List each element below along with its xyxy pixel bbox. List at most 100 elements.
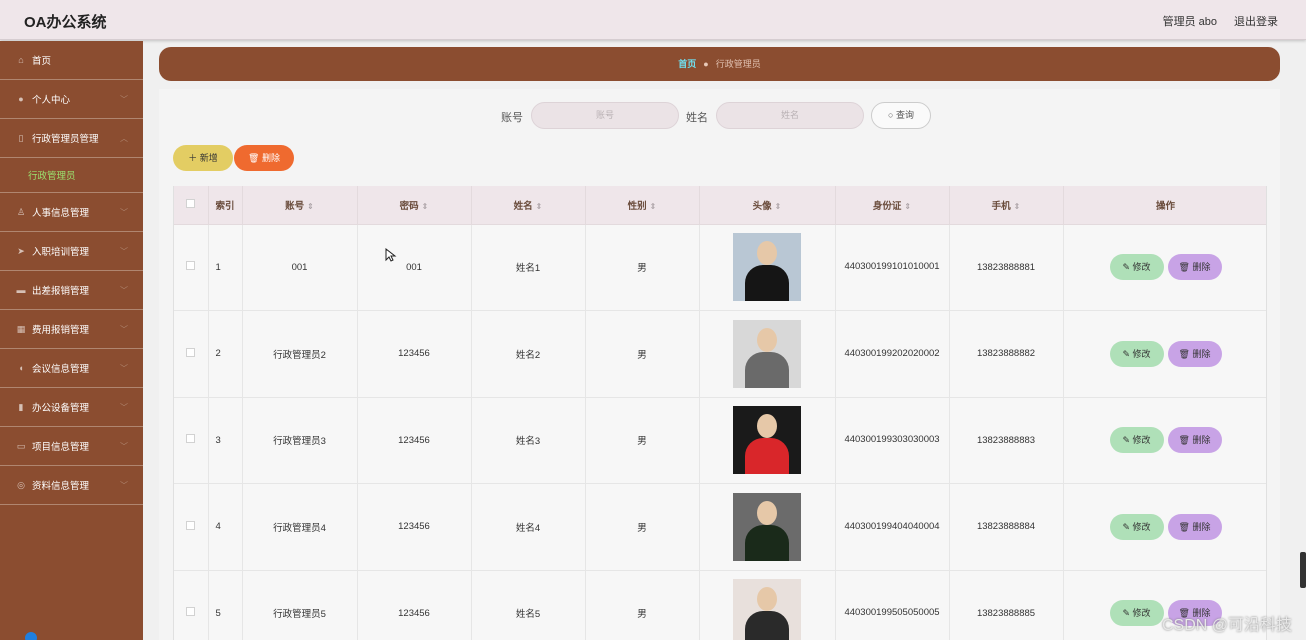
search-icon: ○ (888, 110, 896, 120)
cell-account: 行政管理员2 (242, 310, 358, 398)
column-header-name[interactable]: 姓名 ⇕ (471, 186, 586, 225)
sidebar-item-equipment[interactable]: ▮ 办公设备管理 ﹀ (0, 388, 143, 427)
delete-button-label: 删除 (1192, 521, 1211, 532)
row-checkbox[interactable] (186, 607, 196, 617)
sort-icon[interactable]: ⇕ (650, 202, 657, 211)
delete-button[interactable]: 🗑 删除 (1167, 254, 1222, 281)
row-checkbox[interactable] (186, 434, 196, 444)
breadcrumb-home[interactable]: 首页 (678, 59, 696, 69)
cell-actions: ✎ 修改 🗑 删除 (1063, 310, 1266, 398)
column-header-idcard[interactable]: 身份证 ⇕ (835, 186, 950, 225)
sidebar-item-project[interactable]: ▭ 项目信息管理 ﹀ (0, 427, 143, 466)
logout-link[interactable]: 退出登录 (1234, 13, 1278, 29)
cell-idcard: 440300199404040004 (835, 483, 950, 571)
top-bar: OA办公系统 管理员 abo 退出登录 (0, 0, 1306, 40)
name-search-input[interactable]: 姓名 (716, 102, 864, 129)
sort-icon[interactable]: ⇕ (536, 202, 543, 211)
table-body: 1 001 001 姓名1 男 440300199101010001 13823888881… (174, 224, 1266, 640)
row-checkbox[interactable] (186, 347, 196, 357)
row-checkbox[interactable] (186, 261, 196, 271)
cell-index: 1 (208, 224, 243, 311)
cell-name: 姓名2 (471, 310, 586, 398)
scrollbar-handle[interactable] (1300, 552, 1306, 588)
cell-actions: ✎ 修改 🗑 删除 (1063, 483, 1266, 571)
sidebar-item-label: 个人中心 (32, 95, 71, 106)
edit-button[interactable]: ✎ 修改 (1109, 600, 1164, 627)
delete-button[interactable]: 🗑 删除 (1167, 340, 1222, 367)
avatar (733, 319, 801, 388)
trash-icon: 🗑 (1178, 262, 1193, 273)
breadcrumb-current: 行政管理员 (715, 59, 761, 69)
column-header-avatar[interactable]: 头像 ⇕ (699, 186, 836, 225)
cell-password: 123456 (357, 570, 472, 640)
column-header-actions: 操作 (1063, 186, 1266, 225)
submenu-item-admin[interactable]: 行政管理员 (0, 158, 143, 193)
person-icon: ♙ (16, 207, 26, 217)
table-header-row: 索引 账号 ⇕ 密码 ⇕ 姓名 ⇕ 性别 ⇕ 头像 ⇕ 身份证 ⇕ 手机 ⇕ 操作 (174, 186, 1266, 225)
avatar (733, 233, 801, 302)
sort-icon[interactable]: ⇕ (1014, 202, 1021, 211)
column-header-label: 头像 (752, 200, 772, 212)
batch-delete-button[interactable]: 🗑 删除 (234, 145, 294, 171)
cell-account: 行政管理员5 (242, 570, 358, 640)
cell-actions: ✎ 修改 🗑 删除 (1063, 224, 1266, 311)
account-label: 账号 (501, 112, 523, 124)
column-header-gender[interactable]: 性别 ⇕ (585, 186, 700, 225)
monitor-icon: ▭ (16, 441, 26, 451)
select-all-cell[interactable] (174, 186, 209, 225)
sidebar-item-travel[interactable]: ▬ 出差报销管理 ﹀ (0, 271, 143, 310)
table-row: 4 行政管理员4 123456 姓名4 男 440300199404040004 13823… (174, 483, 1266, 571)
edit-icon: ✎ (1122, 608, 1133, 619)
column-header-phone[interactable]: 手机 ⇕ (949, 186, 1064, 225)
mouse-cursor-icon (385, 248, 397, 262)
account-search-input[interactable]: 账号 (531, 102, 679, 129)
sidebar-item-admin-management[interactable]: ▯ 行政管理员管理 ︿ (0, 119, 143, 158)
sidebar-item-expense[interactable]: ▦ 费用报销管理 ﹀ (0, 310, 143, 349)
cell-phone: 13823888883 (949, 397, 1064, 484)
sidebar-item-documents[interactable]: ◎ 资料信息管理 ﹀ (0, 466, 143, 505)
table-row: 1 001 001 姓名1 男 440300199101010001 13823888881… (174, 224, 1266, 311)
cell-avatar (699, 224, 836, 311)
row-select-cell[interactable] (174, 224, 209, 311)
chevron-down-icon: ﹀ (120, 247, 128, 256)
delete-button-label: 删除 (1192, 348, 1211, 359)
avatar (733, 406, 801, 475)
column-header-account[interactable]: 账号 ⇕ (242, 186, 358, 225)
sidebar-item-home[interactable]: ⌂ 首页 (0, 41, 143, 80)
query-button[interactable]: ○ 查询 (871, 102, 931, 129)
edit-icon: ✎ (1122, 521, 1133, 532)
row-checkbox[interactable] (186, 520, 196, 530)
row-select-cell[interactable] (174, 570, 209, 640)
current-user[interactable]: 管理员 abo (1163, 13, 1217, 29)
book-icon: ▦ (16, 324, 26, 334)
delete-button[interactable]: 🗑 删除 (1167, 513, 1222, 540)
edit-button[interactable]: ✎ 修改 (1109, 340, 1164, 367)
app-title: OA办公系统 (24, 14, 107, 31)
select-all-checkbox[interactable] (186, 198, 196, 208)
cell-account: 行政管理员3 (242, 397, 358, 484)
add-button[interactable]: ＋ 新增 (173, 145, 233, 171)
edit-button[interactable]: ✎ 修改 (1109, 254, 1164, 281)
sidebar-item-label: 资料信息管理 (32, 481, 90, 492)
column-header-label: 性别 (627, 200, 647, 212)
row-select-cell[interactable] (174, 310, 209, 398)
row-select-cell[interactable] (174, 397, 209, 484)
column-header-password[interactable]: 密码 ⇕ (357, 186, 472, 225)
cell-password: 123456 (357, 397, 472, 484)
cell-gender: 男 (585, 224, 700, 311)
sort-icon[interactable]: ⇕ (775, 202, 782, 211)
row-select-cell[interactable] (174, 483, 209, 571)
search-bar: 账号 账号 姓名 姓名 ○ 查询 (159, 102, 1280, 129)
sidebar-item-hr[interactable]: ♙ 人事信息管理 ﹀ (0, 193, 143, 232)
sidebar-item-training[interactable]: ➤ 入职培训管理 ﹀ (0, 232, 143, 271)
sort-icon[interactable]: ⇕ (422, 202, 429, 211)
sidebar-item-meeting[interactable]: ◖ 会议信息管理 ﹀ (0, 349, 143, 388)
sort-icon[interactable]: ⇕ (307, 202, 314, 211)
chevron-down-icon: ﹀ (120, 403, 128, 412)
sidebar-item-personal-center[interactable]: ● 个人中心 ﹀ (0, 80, 143, 119)
delete-button[interactable]: 🗑 删除 (1167, 427, 1222, 454)
edit-button[interactable]: ✎ 修改 (1109, 427, 1164, 454)
sort-icon[interactable]: ⇕ (904, 202, 911, 211)
table-row: 5 行政管理员5 123456 姓名5 男 440300199505050005 13823… (174, 570, 1266, 640)
edit-button[interactable]: ✎ 修改 (1109, 513, 1164, 540)
